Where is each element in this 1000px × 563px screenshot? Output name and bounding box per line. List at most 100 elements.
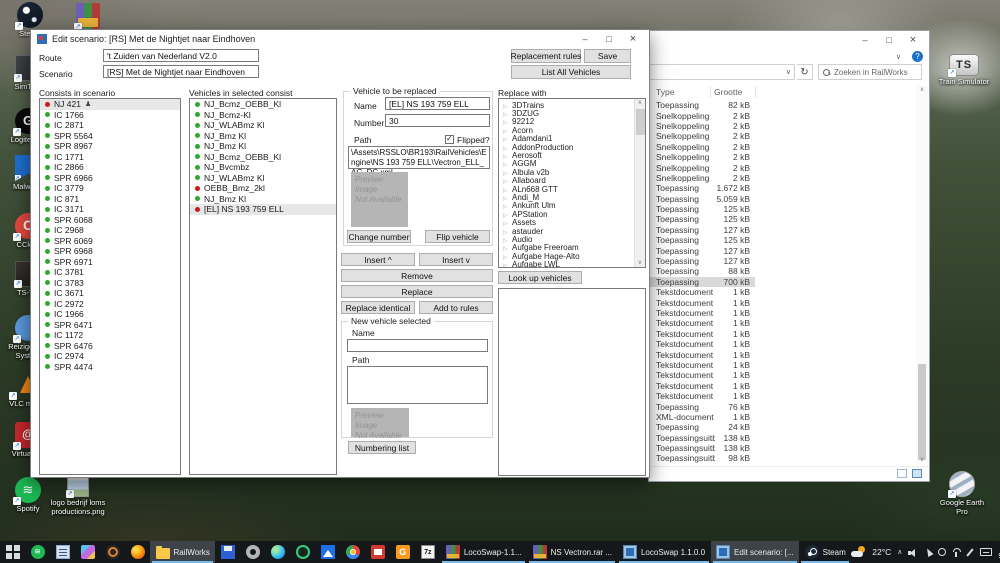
file-row[interactable]: Tekstdocument 1 kB — [649, 391, 755, 401]
vehicle-row[interactable]: OEBB_Bmz_2kl — [190, 183, 336, 194]
gray-app-taskbar-icon[interactable] — [240, 541, 265, 563]
sevenzip-taskbar-icon[interactable] — [415, 541, 440, 563]
spotify-taskbar-icon[interactable] — [25, 541, 50, 563]
file-row[interactable]: Tekstdocument 1 kB — [649, 349, 755, 360]
close-icon[interactable] — [621, 31, 645, 47]
consist-row[interactable]: SPR 4474 ♟ — [40, 362, 180, 373]
consist-row[interactable]: IC 2968 ♟ — [40, 225, 180, 236]
remove-button[interactable]: Remove — [341, 269, 493, 282]
flipped-checkbox[interactable] — [445, 135, 454, 144]
floppy-taskbar-icon[interactable] — [215, 541, 240, 563]
file-row[interactable]: Tekstdocument 1 kB — [649, 308, 755, 318]
consist-row[interactable]: IC 3783 ♟ — [40, 278, 180, 289]
explorer-scrollbar[interactable] — [916, 86, 928, 464]
route-input[interactable] — [103, 49, 259, 62]
consist-row[interactable]: SPR 6968 ♟ — [40, 246, 180, 257]
locoswap-app-taskbar-button[interactable]: LocoSwap 1.1.0.0 — [617, 541, 710, 563]
network-icon[interactable] — [952, 547, 962, 557]
file-row[interactable]: Tekstdocument 1 kB — [649, 339, 755, 349]
replace-button[interactable]: Replace — [341, 285, 493, 298]
consist-row[interactable]: SPR 8967 ♟ — [40, 141, 180, 152]
file-row[interactable]: Toepassing 125 kB — [649, 214, 755, 224]
edit-scenario-taskbar-button[interactable]: Edit scenario: [... — [710, 541, 800, 563]
keyboard-icon[interactable] — [980, 548, 993, 556]
railworks-taskbar-button[interactable]: RailWorks — [150, 541, 216, 563]
file-row[interactable]: Tekstdocument 1 kB — [649, 287, 755, 297]
file-row[interactable]: Toepassing 127 kB — [649, 245, 755, 256]
file-row[interactable]: Snelkoppeling 2 kB — [649, 162, 755, 173]
file-row[interactable]: Toepassing 24 kB — [649, 422, 755, 432]
maximize-icon[interactable] — [877, 33, 901, 47]
consist-row[interactable]: IC 3671 ♟ — [40, 288, 180, 299]
consist-row[interactable]: SPR 6966 ♟ — [40, 173, 180, 184]
scroll-down-icon[interactable] — [635, 259, 645, 267]
steam-taskbar-button[interactable]: Steam — [799, 541, 851, 563]
new-vehicle-name-input[interactable] — [347, 339, 488, 352]
vehicle-row[interactable]: NJ_Bcmz-Kl — [190, 110, 336, 121]
insert-up-button[interactable]: Insert ^ — [341, 253, 415, 266]
name-input[interactable] — [385, 97, 490, 110]
consist-row[interactable]: IC 3779 ♟ — [40, 183, 180, 194]
paint-taskbar-icon[interactable] — [75, 541, 100, 563]
file-row[interactable]: XML-document 1 kB — [649, 412, 755, 422]
consist-row[interactable]: IC 2974 ♟ — [40, 351, 180, 362]
file-row[interactable]: Toepassing 127 kB — [649, 256, 755, 266]
uplay-taskbar-icon[interactable] — [290, 541, 315, 563]
file-row[interactable]: Tekstdocument 1 kB — [649, 360, 755, 370]
scrollbar-thumb[interactable] — [636, 109, 645, 135]
address-bar[interactable] — [647, 64, 795, 80]
file-row[interactable]: Snelkoppeling 2 kB — [649, 121, 755, 131]
consist-row[interactable]: IC 2972 ♟ — [40, 299, 180, 310]
explorer-search-input[interactable]: Zoeken in RailWorks — [818, 64, 922, 80]
new-vehicle-path-box[interactable] — [347, 366, 488, 404]
file-row[interactable]: Toepassing 82 kB — [649, 100, 755, 110]
file-row[interactable]: Snelkoppeling 2 kB — [649, 142, 755, 152]
volume-icon[interactable] — [908, 548, 918, 557]
consist-row[interactable]: IC 2871 ♟ — [40, 120, 180, 131]
consist-row[interactable]: IC 1172 ♟ — [40, 330, 180, 341]
edge-taskbar-icon[interactable] — [265, 541, 290, 563]
file-row[interactable]: Snelkoppeling 2 kB — [649, 152, 755, 162]
consist-row[interactable]: IC 1966 ♟ — [40, 309, 180, 320]
file-row[interactable]: Toepassing 88 kB — [649, 266, 755, 276]
weather-icon[interactable] — [851, 546, 866, 558]
train-simulator-desktop-icon[interactable]: Train Simulator — [936, 54, 992, 87]
gog-taskbar-icon[interactable] — [390, 541, 415, 563]
consist-row[interactable]: IC 1766 ♟ — [40, 110, 180, 121]
column-header-type[interactable]: Type — [656, 87, 674, 97]
refresh-icon[interactable] — [797, 64, 813, 80]
consist-row[interactable]: IC 2866 ♟ — [40, 162, 180, 173]
vehicle-results-list[interactable] — [498, 288, 646, 476]
tree-scrollbar[interactable] — [634, 99, 645, 267]
file-row[interactable]: Toepassing 125 kB — [649, 204, 755, 214]
file-row[interactable]: Toepassing 127 kB — [649, 225, 755, 235]
save-button[interactable]: Save — [584, 49, 631, 63]
consist-row[interactable]: SPR 6069 ♟ — [40, 236, 180, 247]
maximize-icon[interactable] — [597, 31, 621, 47]
close-icon[interactable] — [901, 33, 925, 47]
consist-row[interactable]: SPR 5564 ♟ — [40, 131, 180, 142]
vehicle-row[interactable]: [EL] NS 193 759 ELL — [190, 204, 336, 215]
tree-item[interactable]: Aufgabe LWL — [499, 260, 634, 267]
list-all-vehicles-button[interactable]: List All Vehicles — [511, 65, 631, 79]
file-row[interactable]: Tekstdocument 1 kB — [649, 329, 755, 339]
file-row[interactable]: Toepassingsuitbrei... 138 kB — [649, 443, 755, 453]
file-row[interactable]: Tekstdocument 1 kB — [649, 370, 755, 380]
onedrive-icon[interactable] — [938, 548, 947, 556]
consist-row[interactable]: IC 3171 ♟ — [40, 204, 180, 215]
flip-vehicle-button[interactable]: Flip vehicle — [425, 230, 490, 243]
file-row[interactable]: Toepassing 76 kB — [649, 401, 755, 412]
chrome-taskbar-icon[interactable] — [340, 541, 365, 563]
file-row[interactable]: Toepassing 1.672 kB — [649, 183, 755, 193]
pointer-icon[interactable] — [924, 548, 932, 557]
number-input[interactable] — [385, 114, 490, 127]
pen-icon[interactable] — [966, 548, 974, 557]
consist-row[interactable]: IC 871 ♟ — [40, 194, 180, 205]
file-row[interactable]: Tekstdocument 1 kB — [649, 318, 755, 328]
scroll-up-icon[interactable] — [635, 99, 645, 107]
consist-row[interactable]: IC 3781 ♟ — [40, 267, 180, 278]
path-value[interactable]: \Assets\RSSLO\BR193\RailVehicles\Engine\… — [348, 146, 490, 177]
file-row[interactable]: Toepassing 700 kB — [649, 276, 755, 288]
file-row[interactable]: Toepassingsuitbrei... 138 kB — [649, 433, 755, 443]
scenario-input[interactable] — [103, 65, 259, 78]
